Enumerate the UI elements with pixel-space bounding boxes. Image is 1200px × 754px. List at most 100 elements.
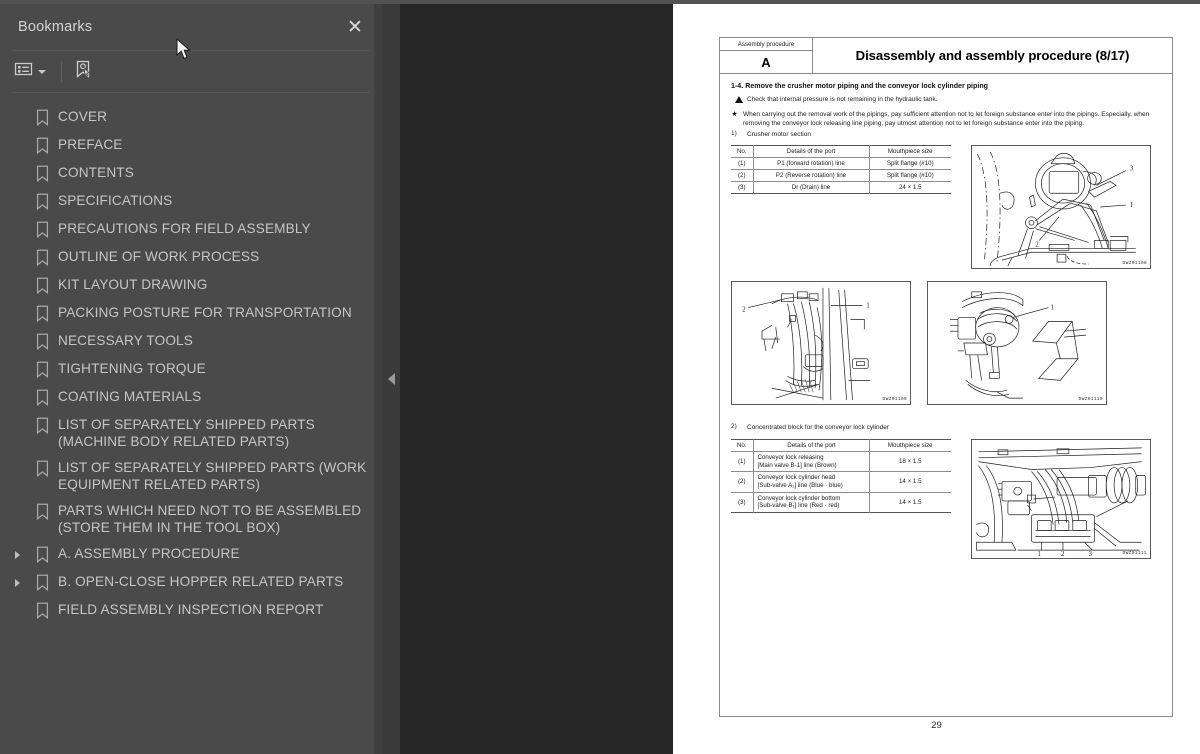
- figure-1-code: DWZ01108: [1122, 261, 1147, 267]
- bookmark-label: LIST OF SEPARATELY SHIPPED PARTS (WORK E…: [58, 459, 367, 493]
- panel-scrollbar[interactable]: [374, 4, 382, 754]
- bookmark-item[interactable]: NECESSARY TOOLS: [0, 327, 382, 355]
- header-caption: Assembly procedure: [720, 38, 812, 51]
- twisty-spacer: [6, 415, 28, 436]
- bookmark-item[interactable]: KIT LAYOUT DRAWING: [0, 271, 382, 299]
- expand-toggle[interactable]: [6, 544, 28, 565]
- document-title: Disassembly and assembly procedure (8/17…: [855, 48, 1130, 63]
- table-cell: P2 (Reverse rotation) line: [753, 169, 870, 183]
- table2-body: (1) Conveyor lock releasing [Main valve B-…: [731, 451, 951, 513]
- bookmark-label: PARTS WHICH NEED NOT TO BE ASSEMBLED (ST…: [58, 502, 362, 536]
- pdf-page: Assembly procedure A Disassembly and ass…: [673, 4, 1200, 754]
- table-cell: Conveyor lock cylinder bottom [Sub-valve …: [753, 492, 870, 513]
- new-bookmark-button[interactable]: [73, 57, 93, 87]
- panel-collapse-handle[interactable]: [382, 0, 400, 754]
- table-cell: 14 × 1.5: [869, 471, 951, 493]
- warning-note: Check that internal pressure is not rema…: [731, 95, 1163, 104]
- bookmark-item[interactable]: TIGHTENING TORQUE: [0, 355, 382, 383]
- bookmark-item[interactable]: PRECAUTIONS FOR FIELD ASSEMBLY: [0, 215, 382, 243]
- th-det: Details of the port: [753, 439, 870, 453]
- port-table-1: No. Details of the port Mouthpiece size …: [731, 145, 951, 195]
- table1-body: (1) P1 (forward rotation) line Split flang…: [731, 157, 951, 194]
- bookmark-item[interactable]: SPECIFICATIONS: [0, 187, 382, 215]
- warning-text: Check that internal pressure is not rema…: [747, 95, 938, 103]
- table-row: (2) P2 (Reverse rotation) line Split flang…: [731, 169, 951, 183]
- document-header: Assembly procedure A Disassembly and ass…: [720, 38, 1172, 74]
- bookmark-label: CONTENTS: [58, 164, 134, 180]
- bookmark-item[interactable]: LIST OF SEPARATELY SHIPPED PARTS (WORK E…: [0, 454, 382, 497]
- figure-2-drawing: 2 1: [742, 288, 870, 401]
- twisty-spacer: [6, 359, 28, 380]
- star-icon: ★: [731, 110, 738, 118]
- table1-container: No. Details of the port Mouthpiece size …: [731, 145, 955, 195]
- table-header-row: No. Details of the port Mouthpiece size: [731, 145, 951, 159]
- bookmark-label: OUTLINE OF WORK PROCESS: [58, 248, 260, 264]
- bookmark-item[interactable]: COVER: [0, 103, 382, 131]
- document-body: 1-4. Remove the crusher motor piping and…: [720, 74, 1172, 559]
- bookmark-label: PRECAUTIONS FOR FIELD ASSEMBLY: [58, 220, 311, 236]
- bookmark-item[interactable]: PARTS WHICH NEED NOT TO BE ASSEMBLED (ST…: [0, 497, 382, 540]
- subsection-2-num: 2): [731, 423, 737, 431]
- bookmark-item[interactable]: PREFACE: [0, 131, 382, 159]
- th-det: Details of the port: [753, 145, 870, 159]
- twisty-spacer: [6, 163, 28, 184]
- bookmark-label: KIT LAYOUT DRAWING: [58, 276, 208, 292]
- bookmarks-list[interactable]: COVER PREFACE CONTENTS SPECIFICATIONS PRECAU…: [0, 93, 382, 754]
- th-mp: Mouthpiece size: [869, 145, 951, 159]
- bookmark-icon: [30, 359, 54, 380]
- bookmark-item[interactable]: B. OPEN-CLOSE HOPPER RELATED PARTS: [0, 569, 382, 597]
- bookmark-item[interactable]: OUTLINE OF WORK PROCESS: [0, 243, 382, 271]
- twisty-spacer: [6, 275, 28, 296]
- twisty-spacer: [6, 219, 28, 240]
- close-icon[interactable]: ✕: [342, 14, 368, 40]
- subsection-1-num: 1): [731, 129, 737, 137]
- svg-text:1: 1: [1130, 202, 1134, 209]
- list-options-button[interactable]: [10, 57, 50, 87]
- svg-text:1: 1: [1037, 551, 1041, 558]
- bookmark-label: PACKING POSTURE FOR TRANSPORTATION: [58, 304, 352, 320]
- expand-toggle[interactable]: [6, 572, 28, 593]
- bookmark-item[interactable]: CONTENTS: [0, 159, 382, 187]
- table-row: (1) Conveyor lock releasing [Main valve B-…: [731, 451, 951, 473]
- table-cell: Conveyor lock cylinder head [Sub-valve A₁…: [753, 471, 870, 493]
- table-row: (1) P1 (forward rotation) line Split flang…: [731, 157, 951, 171]
- bookmark-icon: [30, 387, 54, 408]
- chevron-down-icon: [38, 69, 46, 74]
- bookmark-item[interactable]: A. ASSEMBLY PROCEDURE: [0, 541, 382, 569]
- table2-container: No. Details of the port Mouthpiece size …: [731, 438, 955, 513]
- panel-title: Bookmarks: [18, 19, 93, 35]
- bookmark-icon: [30, 458, 54, 479]
- table-row: (2) Conveyor lock cylinder head [Sub-valve…: [731, 471, 951, 493]
- document-viewer[interactable]: Assembly procedure A Disassembly and ass…: [400, 0, 1200, 754]
- figure-4-drawing: 1 2 3: [976, 447, 1146, 558]
- subsection-1: 1) Crusher motor section: [731, 130, 1163, 139]
- collapse-left-icon: [387, 373, 395, 385]
- twisty-spacer: [6, 135, 28, 156]
- section-heading: 1-4. Remove the crusher motor piping and…: [731, 82, 989, 90]
- list-options-icon: [14, 61, 33, 82]
- bookmark-icon: [30, 275, 54, 296]
- bookmark-icon: [30, 415, 54, 436]
- twisty-spacer: [6, 107, 28, 128]
- star-note: ★ When carrying out the removal work of …: [731, 110, 1163, 129]
- bookmark-item[interactable]: COATING MATERIALS: [0, 383, 382, 411]
- figure-crusher-motor-mid-right: 1 DWZ01110: [927, 281, 1107, 406]
- twisty-spacer: [6, 600, 28, 621]
- bookmark-item[interactable]: FIELD ASSEMBLY INSPECTION REPORT: [0, 597, 382, 625]
- bookmark-icon: [30, 219, 54, 240]
- bookmark-item[interactable]: PACKING POSTURE FOR TRANSPORTATION: [0, 299, 382, 327]
- bookmarks-panel: Bookmarks ✕ COVER PREFACE CONTENTS SPECI…: [0, 0, 382, 754]
- table-cell: P1 (forward rotation) line: [753, 157, 870, 171]
- figure-crusher-motor-top-right: 3 1 2 DWZ01108: [971, 145, 1151, 270]
- table-cell: (1): [731, 451, 754, 473]
- figure-4-code: DWZ01111: [1122, 550, 1147, 556]
- bookmark-icon: [30, 572, 54, 593]
- figure-3-code: DWZ01110: [1078, 397, 1103, 403]
- table-cell: (3): [731, 181, 754, 194]
- th-mp: Mouthpiece size: [869, 439, 951, 453]
- subsection-2-label: Concentrated block for the conveyor lock…: [747, 424, 889, 432]
- twisty-spacer: [6, 191, 28, 212]
- bookmark-item[interactable]: LIST OF SEPARATELY SHIPPED PARTS (MACHIN…: [0, 411, 382, 454]
- bookmarks-toolbar: [0, 51, 382, 92]
- document-frame: Assembly procedure A Disassembly and ass…: [719, 37, 1173, 717]
